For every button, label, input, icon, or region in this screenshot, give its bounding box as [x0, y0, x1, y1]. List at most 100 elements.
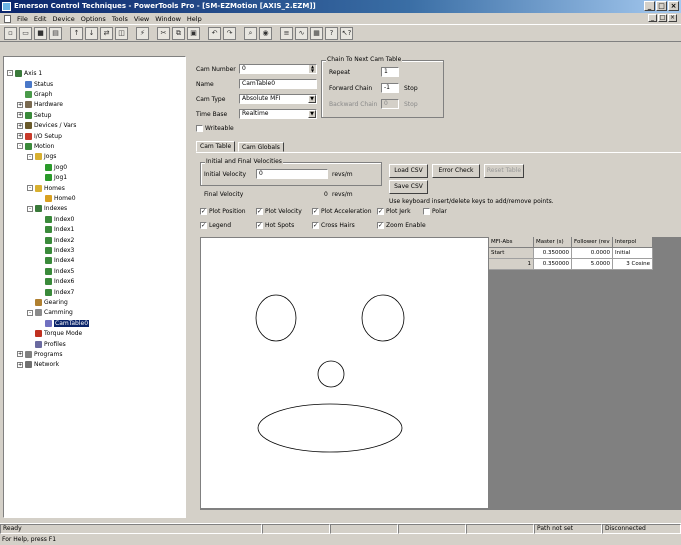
tree-item-index6[interactable]: Index6 [45, 278, 74, 286]
grid-header-follower[interactable]: Follower (rev [572, 237, 613, 248]
collapse-icon[interactable]: - [27, 205, 33, 212]
collapse-icon[interactable]: - [27, 153, 33, 160]
minimize-button[interactable]: _ [644, 1, 655, 11]
tree-item-status[interactable]: Status [25, 80, 53, 88]
menu-file[interactable]: File [14, 15, 31, 23]
tree-item-i-o-setup[interactable]: + I/O Setup [17, 132, 62, 140]
menu-edit[interactable]: Edit [31, 15, 50, 23]
error-check-button[interactable]: Error Check [432, 164, 480, 178]
plot-position-checkbox[interactable]: ✓ Plot Position [200, 208, 246, 215]
load-csv-button[interactable]: Load CSV [389, 164, 428, 178]
tab-cam-table[interactable]: Cam Table [196, 141, 236, 152]
expand-icon[interactable]: + [17, 122, 23, 129]
connect-icon[interactable]: ⚡ [136, 26, 149, 40]
expand-icon[interactable]: + [17, 351, 23, 358]
grid-cell-follower-start[interactable]: 0.0000 [572, 248, 613, 259]
menu-view[interactable]: View [131, 15, 152, 23]
tree-item-index2[interactable]: Index2 [45, 236, 74, 244]
grid-header-interpol[interactable]: Interpol [613, 237, 653, 248]
tree-item-jog0[interactable]: Jog0 [45, 163, 67, 171]
cam-type-select[interactable]: Absolute MFI ▼ [239, 94, 317, 104]
grid-cell-master-1[interactable]: 0.350000 [534, 259, 572, 270]
tree-item-index1[interactable]: Index1 [45, 226, 74, 234]
grid-row-start-label[interactable]: Start [489, 248, 534, 259]
paste-icon[interactable]: ▣ [187, 26, 200, 40]
grid-header-master[interactable]: Master (s) [534, 237, 572, 248]
spin-arrows-icon[interactable]: ▲ ▼ [309, 65, 316, 73]
repeat-field[interactable]: 1 [381, 67, 399, 77]
chevron-down-icon[interactable]: ▼ [308, 110, 316, 118]
save-icon[interactable]: ■ [34, 26, 47, 40]
tree-item-index7[interactable]: Index7 [45, 288, 74, 296]
expand-icon[interactable]: + [17, 361, 23, 368]
menu-help[interactable]: Help [184, 15, 205, 23]
grid-row-1-label[interactable]: 1 [489, 259, 534, 270]
plot-jerk-checkbox[interactable]: ✓ Plot Jerk [377, 208, 411, 215]
tree-item-graph[interactable]: Graph [25, 90, 52, 98]
mdi-minimize-button[interactable]: _ [648, 14, 657, 22]
help-icon[interactable]: ? [325, 26, 338, 40]
horizontal-scrollbar[interactable] [200, 509, 681, 516]
tab-cam-globals[interactable]: Cam Globals [238, 142, 284, 152]
grid-cell-master-start[interactable]: 0.350000 [534, 248, 572, 259]
menu-tools[interactable]: Tools [109, 15, 131, 23]
grid-cell-interpol-start[interactable]: Initial [613, 248, 653, 259]
tree-item-index3[interactable]: Index3 [45, 246, 74, 254]
collapse-icon[interactable]: - [7, 70, 13, 76]
document-icon[interactable] [4, 14, 11, 23]
expand-icon[interactable]: + [17, 101, 23, 108]
print-icon[interactable]: ▤ [49, 26, 62, 40]
tree-item-motion[interactable]: - Motion [17, 142, 54, 150]
tree-item-programs[interactable]: + Programs [17, 350, 62, 358]
copy-icon[interactable]: ⧉ [172, 26, 185, 40]
tree-item-gearing[interactable]: Gearing [35, 298, 68, 306]
tree-item-devices-vars[interactable]: + Devices / Vars [17, 122, 76, 130]
tree-root-axis1[interactable]: - Axis 1 [7, 69, 42, 77]
writeable-checkbox[interactable]: Writeable [196, 125, 234, 132]
save-csv-button[interactable]: Save CSV [389, 180, 428, 194]
tree-item-jogs[interactable]: - Jogs [27, 153, 56, 161]
time-base-select[interactable]: Realtime ▼ [239, 109, 317, 119]
reset-table-button[interactable]: Reset Table [484, 164, 524, 178]
scope-icon[interactable]: ∿ [295, 26, 308, 40]
hot-spots-checkbox[interactable]: ✓ Hot Spots [256, 222, 294, 229]
tree-item-setup[interactable]: + Setup [17, 111, 51, 119]
redo-icon[interactable]: ↷ [223, 26, 236, 40]
disconnect-icon[interactable]: ◫ [115, 26, 128, 40]
cam-plot-area[interactable] [200, 237, 489, 509]
tree-item-camtable0[interactable]: CamTable0 [45, 319, 90, 327]
grid-cell-interpol-1[interactable]: 3 Cosine [613, 259, 653, 270]
collapse-icon[interactable]: - [27, 185, 33, 191]
name-field[interactable]: CamTable0 [239, 79, 317, 89]
menu-options[interactable]: Options [78, 15, 109, 23]
initial-velocity-field[interactable]: 0 [256, 169, 328, 179]
cam-number-field[interactable]: 0 ▲ ▼ [239, 64, 317, 74]
whats-this-icon[interactable]: ↖? [340, 26, 353, 40]
maximize-button[interactable]: □ [656, 1, 667, 11]
plot-acceleration-checkbox[interactable]: ✓ Plot Acceleration [312, 208, 372, 215]
compare-icon[interactable]: ⇄ [100, 26, 113, 40]
tree-item-indexes[interactable]: - Indexes [27, 205, 67, 213]
close-button[interactable]: × [668, 1, 679, 11]
tree-item-profiles[interactable]: Profiles [35, 340, 66, 348]
chevron-down-icon[interactable]: ▼ [308, 95, 316, 103]
collapse-icon[interactable]: - [17, 143, 23, 150]
mdi-close-button[interactable]: × [668, 14, 677, 22]
backward-chain-field[interactable]: 0 [381, 99, 399, 109]
expand-icon[interactable]: + [17, 133, 23, 139]
tree-item-home0[interactable]: Home0 [45, 194, 76, 202]
tree-item-camming[interactable]: - Camming [27, 309, 73, 317]
collapse-icon[interactable]: - [27, 309, 33, 316]
open-icon[interactable]: ▭ [19, 26, 32, 40]
download-icon[interactable]: ↓ [85, 26, 98, 40]
tree-item-torque-mode[interactable]: Torque Mode [35, 330, 82, 338]
grid-cell-follower-1[interactable]: 5.0000 [572, 259, 613, 270]
cut-icon[interactable]: ✂ [157, 26, 170, 40]
tree-item-index5[interactable]: Index5 [45, 267, 74, 275]
polar-checkbox[interactable]: Polar [423, 208, 447, 215]
tree-item-index0[interactable]: Index0 [45, 215, 74, 223]
status-icon[interactable]: ▦ [310, 26, 323, 40]
tree-item-homes[interactable]: - Homes [27, 184, 65, 192]
expand-icon[interactable]: + [17, 112, 23, 119]
menu-device[interactable]: Device [49, 15, 77, 23]
